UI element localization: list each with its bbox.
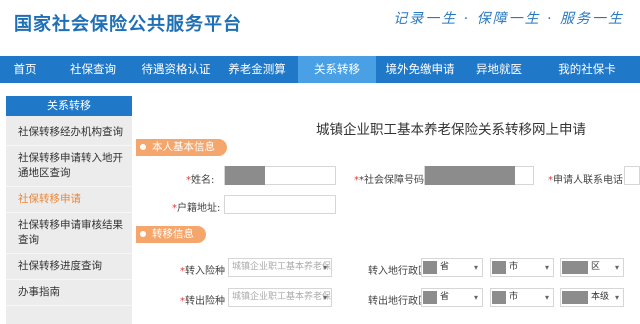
- out-insurance-select[interactable]: 城镇企业职工基本养老保险 ▾: [228, 288, 332, 307]
- sidebar-item-transfer-apply[interactable]: 社保转移申请: [6, 187, 132, 213]
- ssn-label: **社会保障号码:: [354, 175, 428, 186]
- phone-label: *申请人联系电话:: [548, 175, 627, 186]
- sidebar-item-agency-query[interactable]: 社保转移经办机构查询: [6, 120, 132, 146]
- redacted-province: [423, 261, 437, 274]
- phone-field[interactable]: [624, 166, 640, 185]
- section-personal-label: 本人基本信息: [152, 141, 215, 153]
- site-header: 国家社会保险公共服务平台 记录一生 · 保障一生 · 服务一生: [0, 0, 640, 52]
- dropdown-arrow-icon: ▾: [544, 293, 549, 302]
- nav-home[interactable]: 首页: [0, 56, 50, 83]
- nav-pension-calculation[interactable]: 养老金测算: [216, 56, 298, 83]
- redacted-city: [492, 261, 506, 274]
- out-region-label: 转出地行政区: [368, 296, 428, 307]
- nav-social-security-query[interactable]: 社保查询: [50, 56, 136, 83]
- redacted-name: [225, 166, 265, 185]
- site-title[interactable]: 国家社会保险公共服务平台: [14, 10, 242, 36]
- site-slogan: 记录一生 · 保障一生 · 服务一生: [393, 11, 624, 27]
- section-dot-icon: [140, 144, 146, 150]
- nav-my-social-card[interactable]: 我的社保卡: [534, 56, 640, 83]
- redacted-district: [562, 291, 588, 304]
- name-label: *姓名:: [186, 175, 215, 186]
- dropdown-arrow-icon: ▾: [322, 293, 327, 302]
- out-city-select[interactable]: 市 ▾: [490, 288, 554, 307]
- sidebar-item-guide[interactable]: 办事指南: [6, 280, 132, 306]
- dropdown-arrow-icon: ▾: [322, 263, 327, 272]
- in-region-label: 转入地行政区: [368, 266, 428, 277]
- sidebar-item-progress-query[interactable]: 社保转移进度查询: [6, 254, 132, 280]
- out-province-select[interactable]: 省 ▾: [421, 288, 483, 307]
- dropdown-arrow-icon: ▾: [473, 293, 478, 302]
- transfer-form: 城镇企业职工基本养老保险关系转移网上申请 本人基本信息 *姓名: **社会保障号…: [136, 96, 640, 324]
- sidebar-item-review-result[interactable]: 社保转移申请审核结果查询: [6, 213, 132, 254]
- sidebar: 关系转移 社保转移经办机构查询 社保转移申请转入地开通地区查询 社保转移申请 社…: [6, 96, 132, 324]
- ssn-field[interactable]: [424, 166, 534, 185]
- dropdown-arrow-icon: ▾: [544, 263, 549, 272]
- out-insurance-label: *转出险种: [180, 296, 225, 307]
- redacted-province: [423, 291, 437, 304]
- section-dot-icon: [140, 231, 146, 237]
- redacted-district: [562, 261, 588, 274]
- nav-relation-transfer[interactable]: 关系转移: [298, 56, 376, 83]
- dropdown-arrow-icon: ▾: [614, 263, 619, 272]
- in-province-select[interactable]: 省 ▾: [421, 258, 483, 277]
- redacted-city: [492, 291, 506, 304]
- dropdown-arrow-icon: ▾: [473, 263, 478, 272]
- section-personal-info: 本人基本信息: [136, 139, 227, 156]
- name-field[interactable]: [224, 166, 336, 185]
- section-transfer-info: 转移信息: [136, 226, 206, 243]
- in-city-select[interactable]: 市 ▾: [490, 258, 554, 277]
- out-district-select[interactable]: 本级 ▾: [560, 288, 624, 307]
- main-nav: 首页 社保查询 待遇资格认证 养老金测算 关系转移 境外免缴申请 异地就医 我的…: [0, 56, 640, 83]
- nav-offsite-medical[interactable]: 异地就医: [464, 56, 534, 83]
- household-label: *户籍地址:: [172, 203, 221, 214]
- in-district-select[interactable]: 区 ▾: [560, 258, 624, 277]
- household-address-field[interactable]: [224, 195, 336, 214]
- redacted-ssn: [425, 166, 515, 185]
- sidebar-item-open-region-query[interactable]: 社保转移申请转入地开通地区查询: [6, 146, 132, 187]
- sidebar-title: 关系转移: [6, 96, 132, 116]
- section-transfer-label: 转移信息: [152, 228, 194, 240]
- nav-overseas-exemption[interactable]: 境外免缴申请: [376, 56, 464, 83]
- dropdown-arrow-icon: ▾: [614, 293, 619, 302]
- in-insurance-select[interactable]: 城镇企业职工基本养老保险 ▾: [228, 258, 332, 277]
- in-insurance-label: *转入险种: [180, 266, 225, 277]
- nav-benefit-qualification[interactable]: 待遇资格认证: [136, 56, 216, 83]
- form-title: 城镇企业职工基本养老保险关系转移网上申请: [316, 122, 586, 138]
